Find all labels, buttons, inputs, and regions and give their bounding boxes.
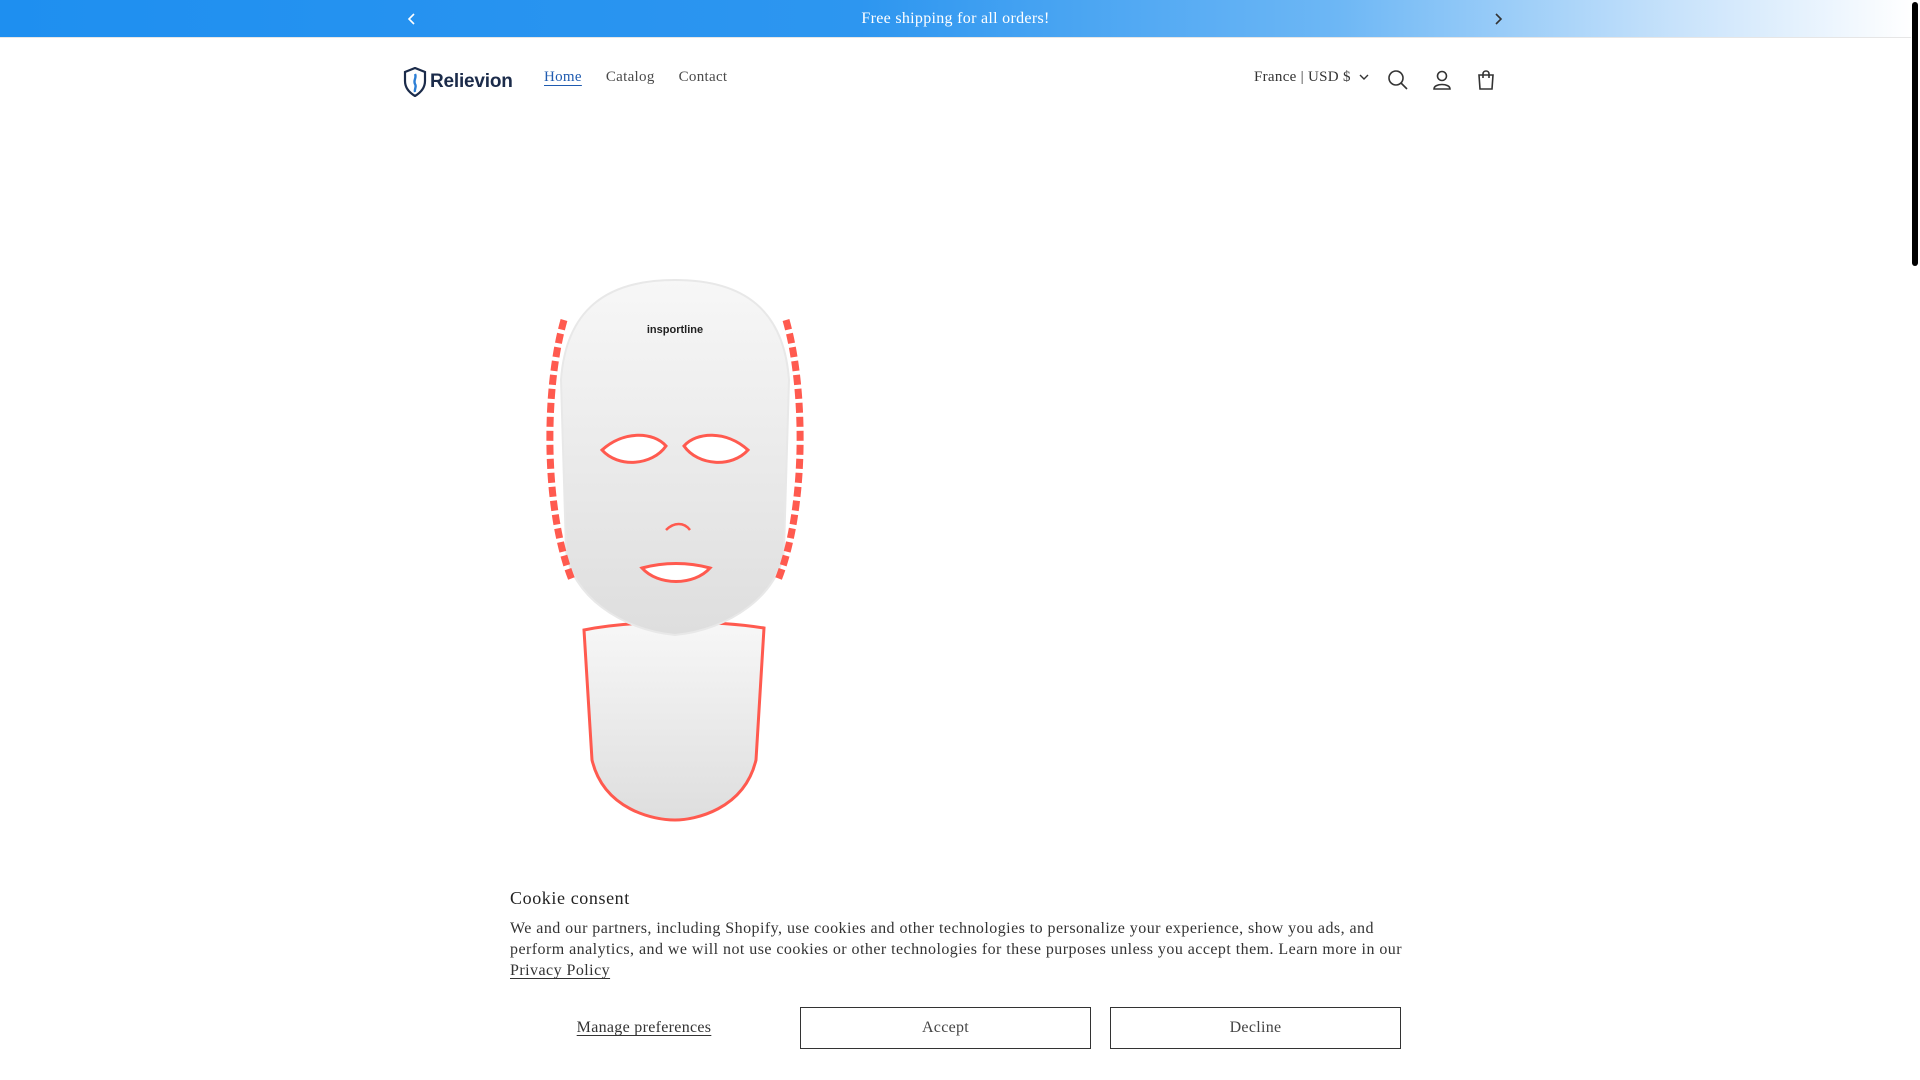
locale-selector[interactable]: France | USD $	[1254, 69, 1369, 86]
logo-text: Relievion	[430, 70, 513, 92]
nav-home[interactable]: Home	[532, 69, 594, 86]
chevron-left-icon[interactable]	[402, 9, 422, 29]
cookie-title: Cookie consent	[510, 888, 630, 908]
nav-contact[interactable]: Contact	[667, 69, 740, 86]
shield-logo-icon	[403, 66, 427, 97]
main-nav: Home Catalog Contact	[532, 69, 739, 86]
cookie-body: We and our partners, including Shopify, …	[510, 918, 1410, 981]
announcement-text: Free shipping for all orders!	[861, 10, 1050, 27]
cookie-banner: Cookie consent We and our partners, incl…	[0, 870, 1911, 1080]
product-image[interactable]: insportline	[404, 150, 1006, 940]
logo[interactable]: Relievion	[403, 66, 513, 97]
account-icon[interactable]	[1428, 66, 1456, 94]
accept-button[interactable]: Accept	[800, 1007, 1091, 1049]
chevron-right-icon[interactable]	[1488, 9, 1508, 29]
decline-button[interactable]: Decline	[1110, 1007, 1401, 1049]
site-header: Relievion Home Catalog Contact France | …	[0, 39, 1911, 123]
manage-preferences-button[interactable]: Manage preferences	[510, 1007, 778, 1049]
cart-icon[interactable]	[1472, 66, 1500, 94]
search-icon[interactable]	[1384, 66, 1412, 94]
cookie-body-text: We and our partners, including Shopify, …	[510, 920, 1403, 958]
product-brand-text: insportline	[647, 324, 703, 336]
scrollbar-thumb[interactable]	[1912, 2, 1918, 266]
privacy-policy-link[interactable]: Privacy Policy	[510, 962, 610, 979]
announcement-bar: Free shipping for all orders!	[0, 0, 1911, 38]
chevron-down-icon	[1359, 74, 1369, 80]
nav-catalog[interactable]: Catalog	[594, 69, 667, 86]
locale-label: France | USD $	[1254, 69, 1351, 85]
